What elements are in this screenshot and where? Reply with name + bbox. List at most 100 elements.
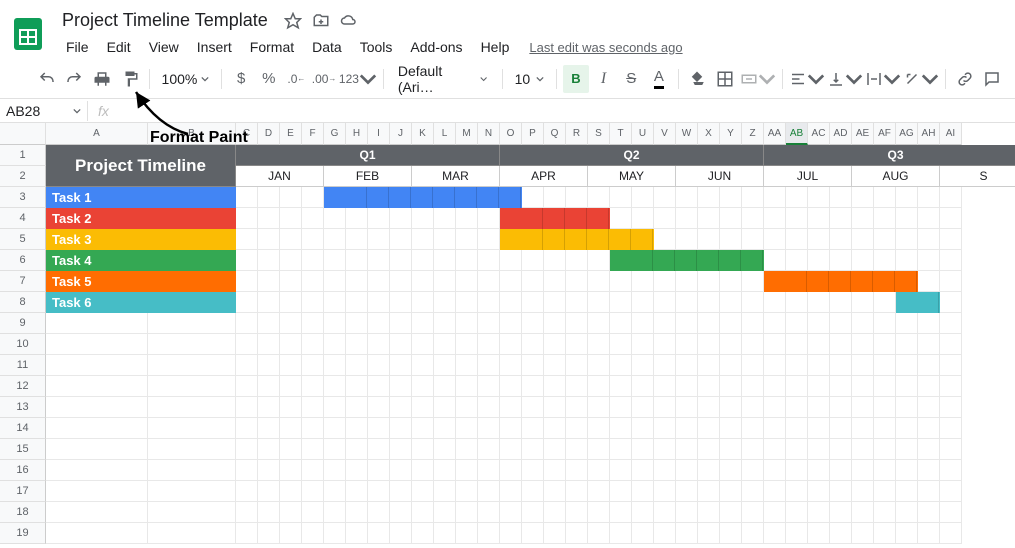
cloud-icon[interactable] bbox=[340, 12, 358, 30]
borders-button[interactable] bbox=[712, 65, 738, 93]
star-icon[interactable] bbox=[284, 12, 302, 30]
row-header-6[interactable]: 6 bbox=[0, 250, 46, 271]
print-button[interactable] bbox=[89, 65, 115, 93]
select-all-corner[interactable] bbox=[0, 123, 46, 145]
col-header-AE[interactable]: AE bbox=[852, 123, 874, 145]
insert-comment-button[interactable] bbox=[979, 65, 1005, 93]
menu-format[interactable]: Format bbox=[242, 35, 302, 59]
row-header-18[interactable]: 18 bbox=[0, 502, 46, 523]
row-header-15[interactable]: 15 bbox=[0, 439, 46, 460]
col-header-N[interactable]: N bbox=[478, 123, 500, 145]
row-header-17[interactable]: 17 bbox=[0, 481, 46, 502]
col-header-F[interactable]: F bbox=[302, 123, 324, 145]
row-header-9[interactable]: 9 bbox=[0, 313, 46, 334]
row-header-2[interactable]: 2 bbox=[0, 166, 46, 187]
col-header-P[interactable]: P bbox=[522, 123, 544, 145]
col-header-AH[interactable]: AH bbox=[918, 123, 940, 145]
row-header-16[interactable]: 16 bbox=[0, 460, 46, 481]
col-header-AB[interactable]: AB bbox=[786, 123, 808, 145]
decrease-decimal-button[interactable]: .0← bbox=[284, 65, 310, 93]
col-header-AD[interactable]: AD bbox=[830, 123, 852, 145]
chevron-down-icon bbox=[536, 75, 544, 83]
insert-link-button[interactable] bbox=[952, 65, 978, 93]
row-header-13[interactable]: 13 bbox=[0, 397, 46, 418]
col-header-J[interactable]: J bbox=[390, 123, 412, 145]
col-header-R[interactable]: R bbox=[566, 123, 588, 145]
col-header-H[interactable]: H bbox=[346, 123, 368, 145]
font-size-select[interactable]: 10 bbox=[509, 71, 551, 87]
move-icon[interactable] bbox=[312, 12, 330, 30]
row-header-8[interactable]: 8 bbox=[0, 292, 46, 313]
row-header-11[interactable]: 11 bbox=[0, 355, 46, 376]
bold-button[interactable]: B bbox=[563, 65, 589, 93]
col-header-AF[interactable]: AF bbox=[874, 123, 896, 145]
menu-help[interactable]: Help bbox=[473, 35, 518, 59]
currency-button[interactable]: $ bbox=[228, 65, 254, 93]
col-header-S[interactable]: S bbox=[588, 123, 610, 145]
text-color-button[interactable]: A bbox=[646, 65, 672, 93]
col-header-AI[interactable]: AI bbox=[940, 123, 962, 145]
percent-button[interactable]: % bbox=[256, 65, 282, 93]
col-header-AA[interactable]: AA bbox=[764, 123, 786, 145]
increase-decimal-button[interactable]: .00→ bbox=[311, 65, 337, 93]
name-box[interactable]: AB28 bbox=[0, 101, 88, 121]
col-header-I[interactable]: I bbox=[368, 123, 390, 145]
col-header-K[interactable]: K bbox=[412, 123, 434, 145]
text-wrap-button[interactable] bbox=[865, 65, 901, 93]
doc-title[interactable]: Project Timeline Template bbox=[56, 8, 274, 33]
col-header-O[interactable]: O bbox=[500, 123, 522, 145]
row-header-19[interactable]: 19 bbox=[0, 523, 46, 544]
sheets-logo[interactable] bbox=[8, 14, 48, 54]
text-rotation-button[interactable] bbox=[903, 65, 939, 93]
separator bbox=[782, 69, 783, 89]
cells-area[interactable]: Project TimelineQ1JANFEBMARQ2APRMAYJUNQ3… bbox=[46, 145, 1015, 544]
col-header-Y[interactable]: Y bbox=[720, 123, 742, 145]
col-header-E[interactable]: E bbox=[280, 123, 302, 145]
menu-addons[interactable]: Add-ons bbox=[402, 35, 470, 59]
col-header-Q[interactable]: Q bbox=[544, 123, 566, 145]
separator bbox=[945, 69, 946, 89]
last-edit-link[interactable]: Last edit was seconds ago bbox=[529, 40, 682, 55]
menu-edit[interactable]: Edit bbox=[99, 35, 139, 59]
row-header-1[interactable]: 1 bbox=[0, 145, 46, 166]
horizontal-align-button[interactable] bbox=[789, 65, 825, 93]
gantt-bar bbox=[764, 271, 918, 292]
col-header-T[interactable]: T bbox=[610, 123, 632, 145]
col-header-G[interactable]: G bbox=[324, 123, 346, 145]
col-header-A[interactable]: A bbox=[46, 123, 148, 145]
more-formats-button[interactable]: 123 bbox=[339, 65, 377, 93]
redo-button[interactable] bbox=[62, 65, 88, 93]
row-header-5[interactable]: 5 bbox=[0, 229, 46, 250]
col-header-AC[interactable]: AC bbox=[808, 123, 830, 145]
menu-file[interactable]: File bbox=[58, 35, 97, 59]
row-header-10[interactable]: 10 bbox=[0, 334, 46, 355]
paint-format-button[interactable] bbox=[117, 65, 143, 93]
row-header-14[interactable]: 14 bbox=[0, 418, 46, 439]
col-header-W[interactable]: W bbox=[676, 123, 698, 145]
col-header-Z[interactable]: Z bbox=[742, 123, 764, 145]
col-header-M[interactable]: M bbox=[456, 123, 478, 145]
vertical-align-button[interactable] bbox=[827, 65, 863, 93]
col-header-V[interactable]: V bbox=[654, 123, 676, 145]
col-header-D[interactable]: D bbox=[258, 123, 280, 145]
italic-button[interactable]: I bbox=[591, 65, 617, 93]
col-header-U[interactable]: U bbox=[632, 123, 654, 145]
font-select[interactable]: Default (Ari… bbox=[390, 63, 496, 95]
row-header-3[interactable]: 3 bbox=[0, 187, 46, 208]
fill-color-button[interactable] bbox=[685, 65, 711, 93]
annotation-label: Format Paint bbox=[150, 129, 248, 147]
menu-tools[interactable]: Tools bbox=[352, 35, 401, 59]
row-header-4[interactable]: 4 bbox=[0, 208, 46, 229]
menu-data[interactable]: Data bbox=[304, 35, 350, 59]
undo-button[interactable] bbox=[34, 65, 60, 93]
merge-button[interactable] bbox=[740, 65, 776, 93]
col-header-AG[interactable]: AG bbox=[896, 123, 918, 145]
zoom-select[interactable]: 100% bbox=[156, 71, 216, 87]
row-header-12[interactable]: 12 bbox=[0, 376, 46, 397]
col-header-L[interactable]: L bbox=[434, 123, 456, 145]
menu-view[interactable]: View bbox=[141, 35, 187, 59]
col-header-X[interactable]: X bbox=[698, 123, 720, 145]
menu-insert[interactable]: Insert bbox=[189, 35, 240, 59]
strikethrough-button[interactable]: S bbox=[618, 65, 644, 93]
row-header-7[interactable]: 7 bbox=[0, 271, 46, 292]
